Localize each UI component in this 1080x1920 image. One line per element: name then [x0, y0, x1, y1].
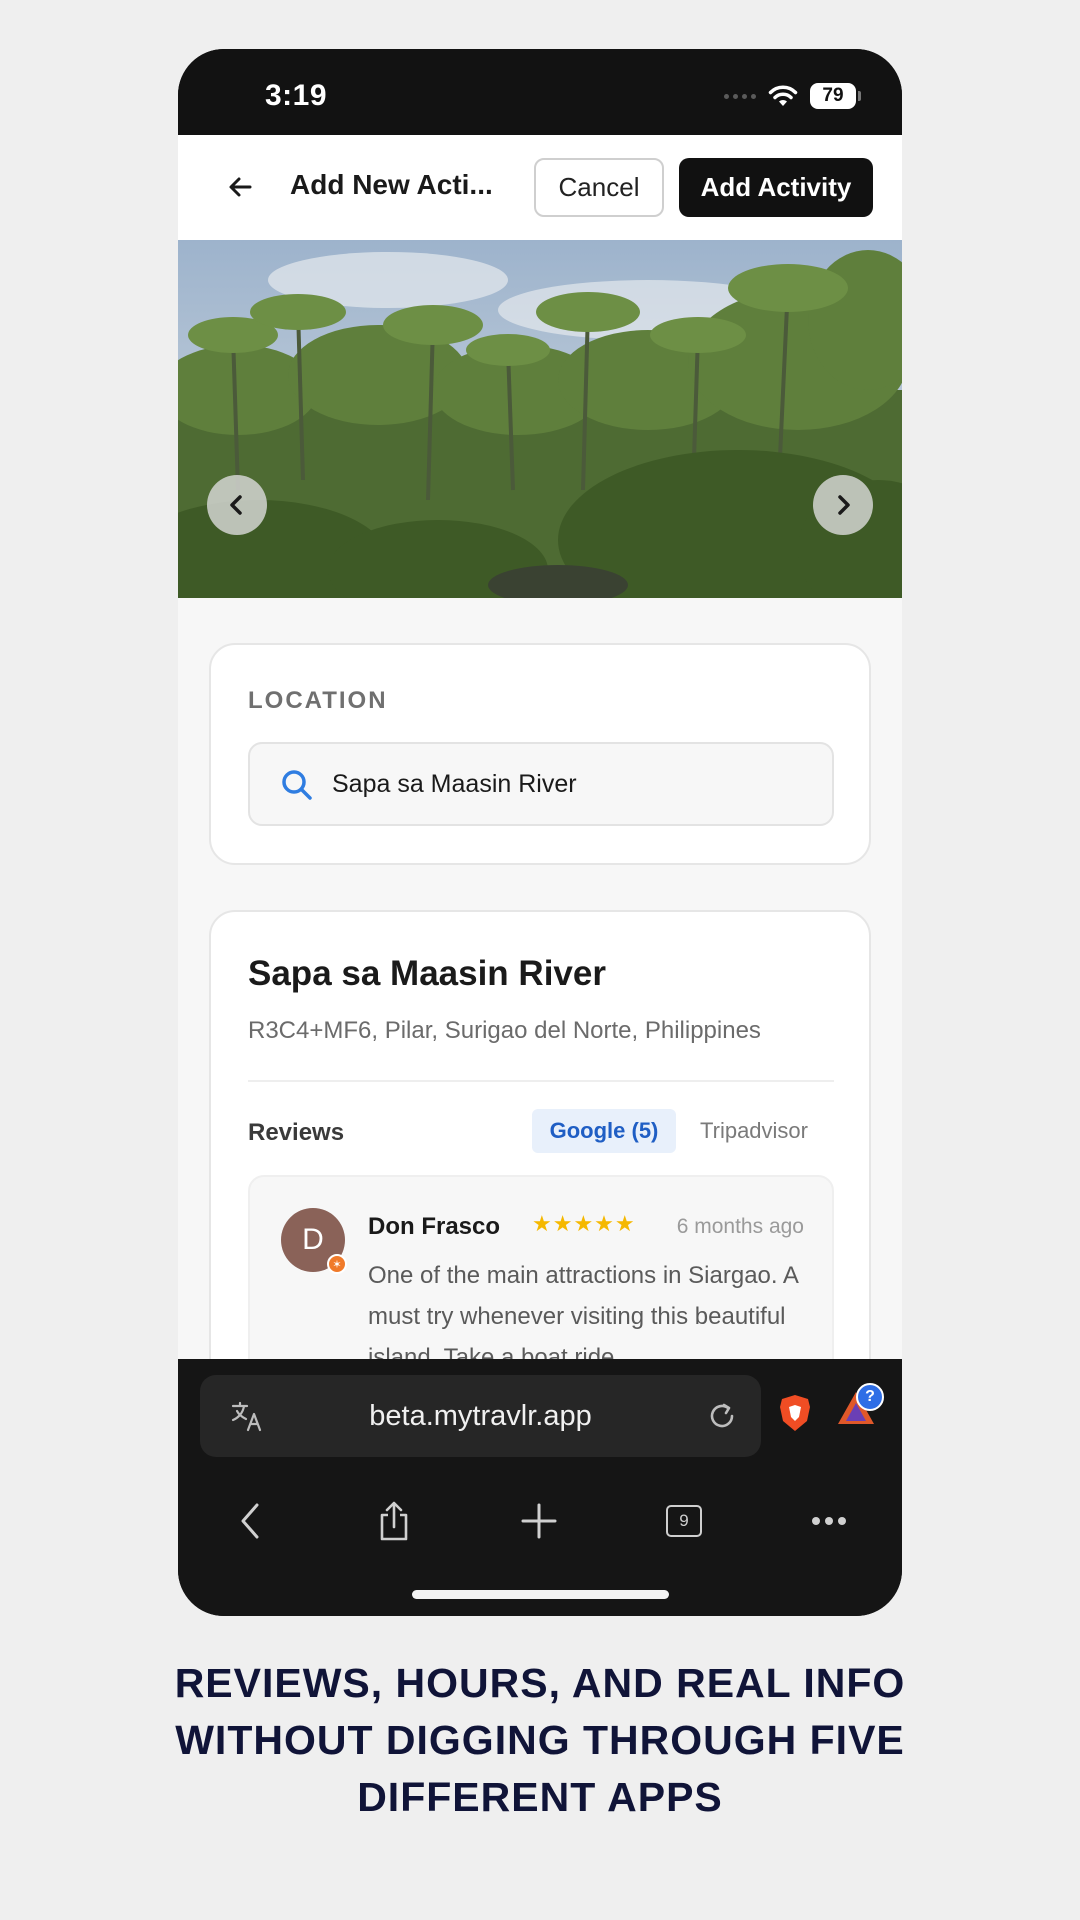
marketing-caption: REVIEWS, HOURS, AND REAL INFO WITHOUT DI…	[174, 1660, 906, 1820]
share-icon	[380, 1501, 408, 1541]
location-search-input[interactable]: Sapa sa Maasin River	[248, 742, 834, 826]
tab-count: 9	[666, 1505, 702, 1537]
more-dots-icon	[812, 1517, 846, 1525]
cancel-button[interactable]: Cancel	[534, 158, 664, 217]
back-arrow-icon[interactable]	[224, 170, 258, 204]
browser-back-button[interactable]	[218, 1489, 282, 1553]
place-address: R3C4+MF6, Pilar, Surigao del Norte, Phil…	[248, 1017, 761, 1044]
home-indicator[interactable]	[412, 1590, 669, 1599]
tabs-button[interactable]: 9	[652, 1489, 716, 1553]
tab-google-reviews[interactable]: Google (5)	[532, 1109, 676, 1153]
help-badge: ?	[856, 1383, 884, 1411]
status-icons: 79	[724, 81, 861, 111]
status-bar: 3:19 79	[178, 49, 902, 135]
browser-toolbar: beta.mytravlr.app ? 9	[178, 1359, 902, 1616]
avatar-initial: D	[302, 1223, 324, 1256]
phone-frame: 3:19 79 Add New Acti... Cancel Add Activ…	[178, 49, 902, 1616]
local-guide-badge-icon: ✶	[327, 1254, 347, 1274]
wifi-icon	[768, 85, 798, 106]
tab-tripadvisor-reviews[interactable]: Tripadvisor	[689, 1109, 819, 1153]
search-icon	[282, 770, 312, 800]
battery-icon: 79	[810, 83, 861, 109]
plus-icon	[521, 1503, 557, 1539]
brave-shield-icon[interactable]	[778, 1393, 812, 1433]
review-text: One of the main attractions in Siargao. …	[368, 1262, 798, 1359]
more-menu-button[interactable]	[797, 1489, 861, 1553]
location-label: LOCATION	[248, 687, 388, 714]
url-text: beta.mytravlr.app	[369, 1399, 592, 1432]
app-header: Add New Acti... Cancel Add Activity	[178, 135, 902, 240]
chevron-right-icon	[838, 495, 850, 515]
reviews-heading: Reviews	[248, 1119, 345, 1146]
search-value: Sapa sa Maasin River	[332, 770, 577, 798]
reviewer-name: Don Frasco	[368, 1213, 501, 1240]
status-time: 3:19	[265, 79, 328, 112]
carousel-next-button[interactable]	[813, 475, 873, 535]
review-item: D ✶ Don Frasco ★★★★★ 6 months ago One of…	[248, 1175, 834, 1359]
hero-image-carousel	[178, 240, 902, 598]
reload-icon[interactable]	[705, 1399, 739, 1433]
carousel-prev-button[interactable]	[207, 475, 267, 535]
review-time: 6 months ago	[676, 1215, 804, 1238]
app-screen: Add New Acti... Cancel Add Activity LOCA…	[178, 135, 902, 1359]
place-name: Sapa sa Maasin River	[248, 954, 606, 993]
address-bar[interactable]: beta.mytravlr.app	[200, 1375, 761, 1457]
browser-nav-row: 9	[178, 1489, 902, 1553]
location-card: LOCATION Sapa sa Maasin River	[209, 643, 871, 865]
palm-forest-photo	[178, 240, 902, 598]
place-details-card: Sapa sa Maasin River R3C4+MF6, Pilar, Su…	[209, 910, 871, 1359]
page-title: Add New Acti...	[290, 169, 493, 200]
chevron-left-icon	[230, 495, 242, 515]
star-rating: ★★★★★	[532, 1211, 636, 1236]
cellular-signal-icon	[724, 93, 756, 99]
chevron-left-icon	[241, 1503, 259, 1539]
share-button[interactable]	[362, 1489, 426, 1553]
divider	[248, 1080, 834, 1082]
new-tab-button[interactable]	[507, 1489, 571, 1553]
avatar: D ✶	[281, 1208, 347, 1274]
add-activity-button[interactable]: Add Activity	[679, 158, 873, 217]
